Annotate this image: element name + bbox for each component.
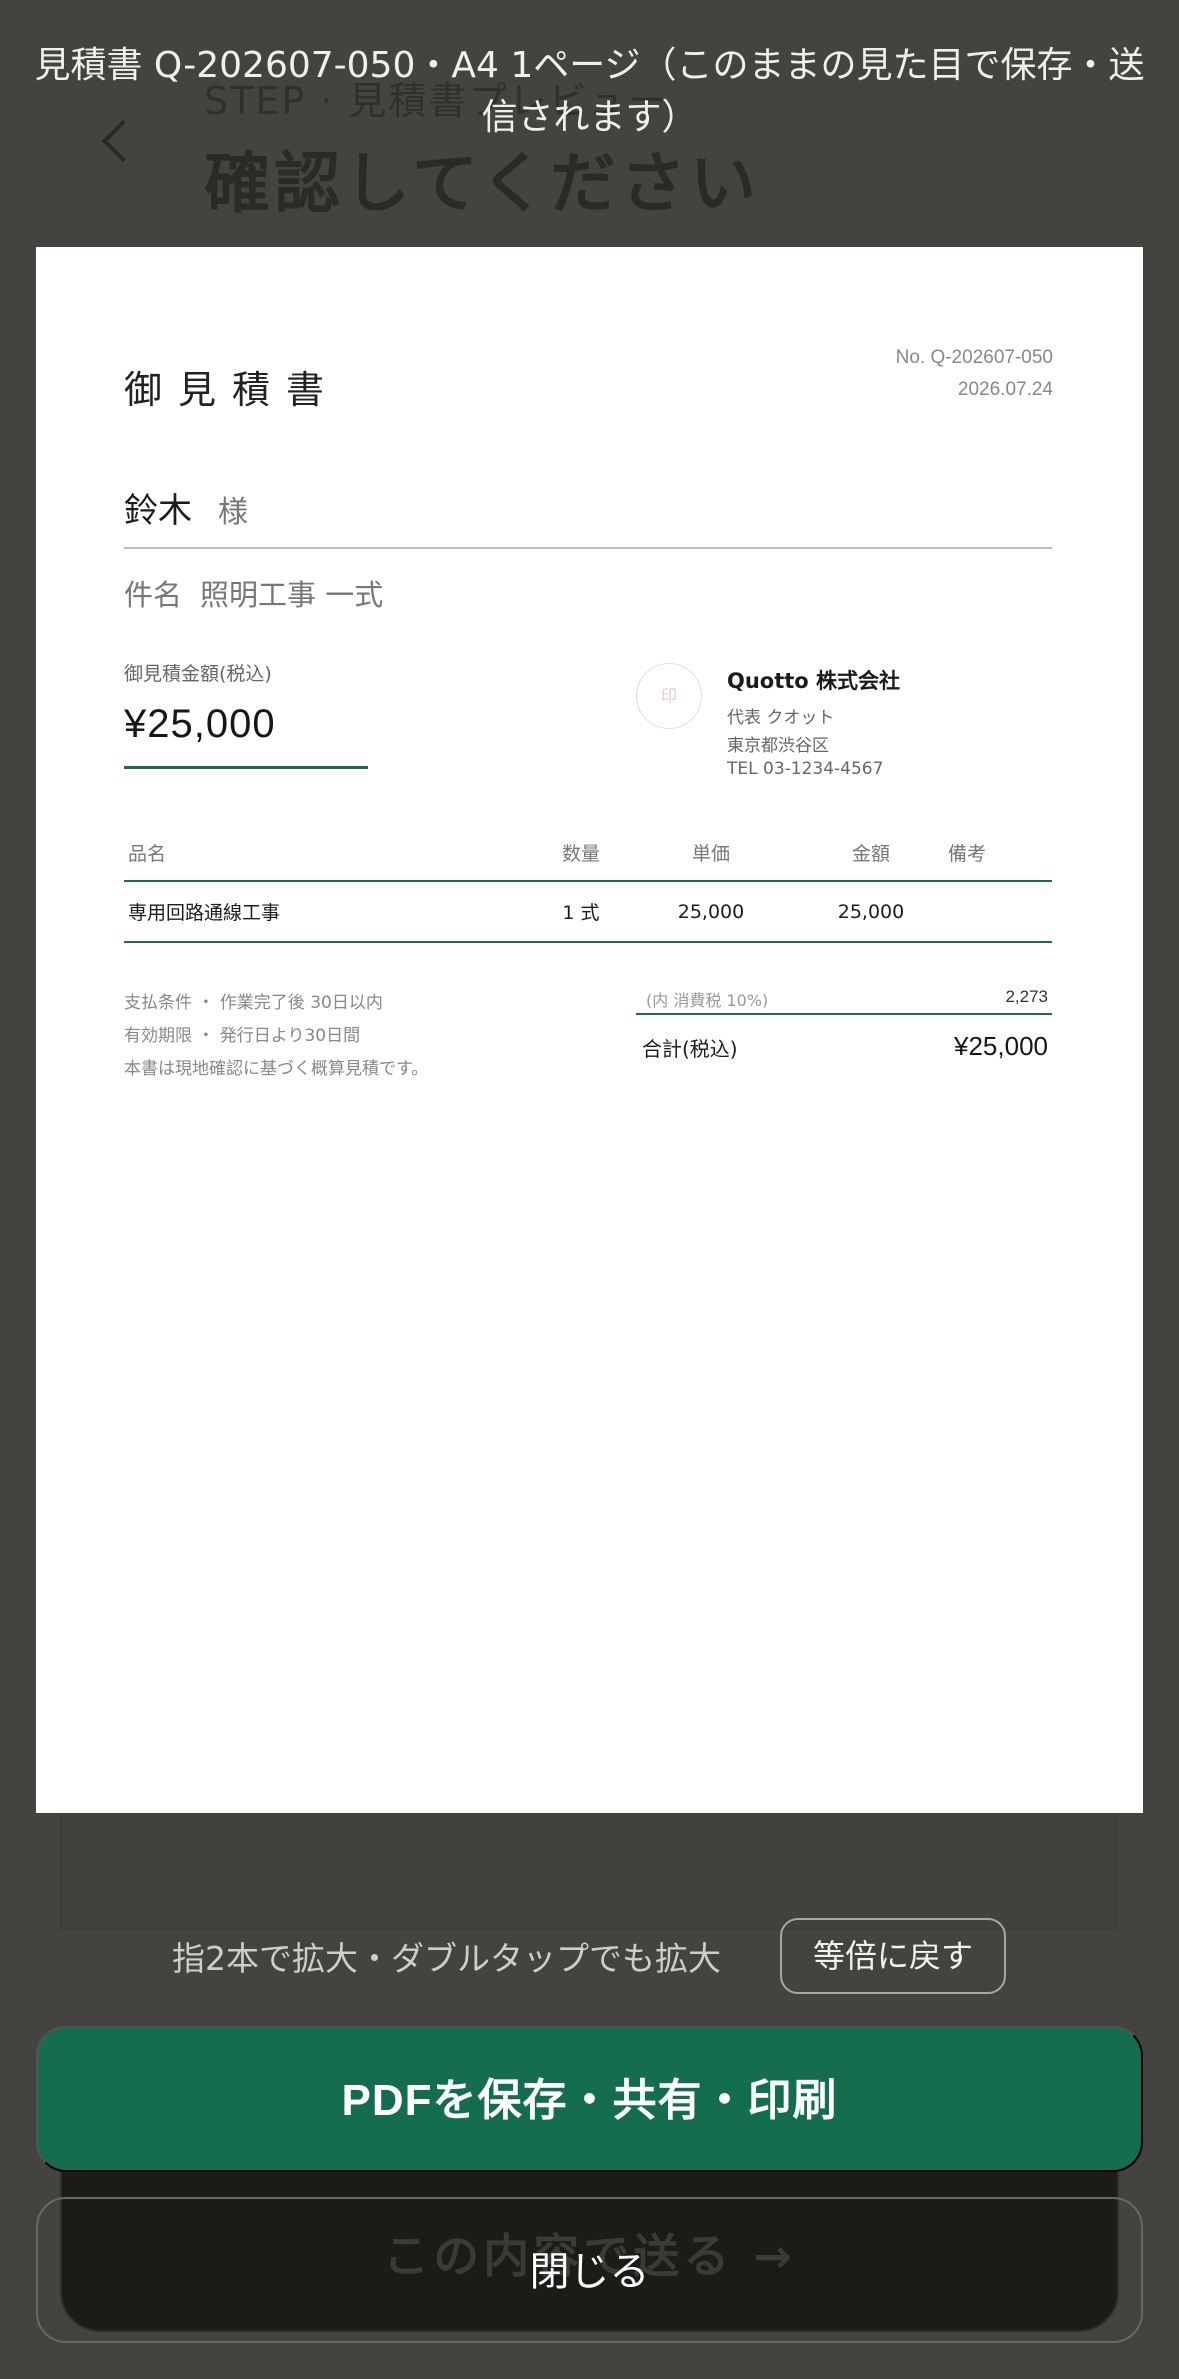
company-address: 東京都渋谷区 <box>727 736 829 756</box>
header-unit-price: 単価 <box>624 825 794 882</box>
cell-item-name: 専用回路通線工事 <box>124 881 534 943</box>
items-table: 品名 数量 単価 金額 備考 専用回路通線工事 1 式 25,000 25,00… <box>124 825 1052 943</box>
term-payment: 支払条件 ・ 作業完了後 30日以内 <box>124 993 383 1013</box>
table-header-row: 品名 数量 単価 金額 備考 <box>124 825 1052 882</box>
quote-document-preview[interactable]: 御見積書 No. Q-202607-050 2026.07.24 鈴木様 件名照… <box>36 247 1143 1813</box>
cell-note <box>944 881 1052 943</box>
reset-zoom-button[interactable]: 等倍に戻す <box>780 1918 1006 1994</box>
document-number: No. Q-202607-050 <box>895 347 1053 368</box>
terms-block: 支払条件 ・ 作業完了後 30日以内 有効期限 ・ 発行日より30日間 本書は現… <box>124 987 428 1086</box>
term-note: 本書は現地確認に基づく概算見積です。 <box>124 1059 429 1079</box>
amount-value: ¥25,000 <box>124 702 276 746</box>
divider <box>124 547 1052 549</box>
total-value: ¥25,000 <box>954 1031 1048 1061</box>
preview-caption: 見積書 Q-202607-050・A4 1ページ（このままの見た目で保存・送信さ… <box>34 45 1145 138</box>
company-tel: TEL 03-1234-4567 <box>727 759 884 779</box>
cell-amount: 25,000 <box>794 881 944 943</box>
header-item-name: 品名 <box>124 825 534 882</box>
cell-quantity: 1 式 <box>534 881 624 943</box>
cell-unit-price: 25,000 <box>624 881 794 943</box>
header-quantity: 数量 <box>534 825 624 882</box>
subject-label: 件名 <box>124 578 183 612</box>
subject-line: 件名 照明工事 一式 <box>124 572 383 614</box>
total-row: 合計(税込) ¥25,000 <box>636 1027 1052 1067</box>
amount-underline <box>124 766 368 769</box>
header-amount: 金額 <box>794 825 944 882</box>
save-share-print-pdf-button[interactable]: PDFを保存・共有・印刷 <box>36 2026 1143 2172</box>
close-button[interactable]: 閉じる <box>36 2197 1143 2343</box>
company-name: Quotto 株式会社 <box>727 669 901 693</box>
tax-value: 2,273 <box>1005 987 1048 1006</box>
zoom-hint: 指2本で拡大・ダブルタップでも拡大 <box>172 1939 721 1978</box>
amount-label: 御見積金額(税込) <box>124 663 272 685</box>
seal-stamp: 印 <box>636 663 702 729</box>
customer-name: 鈴木 <box>124 491 192 531</box>
underlying-title: 確認してください <box>204 144 761 222</box>
term-validity: 有効期限 ・ 発行日より30日間 <box>124 1026 361 1046</box>
tax-row: (内 消費税 10%) 2,273 <box>636 985 1052 1015</box>
header-note: 備考 <box>944 825 1052 882</box>
document-date: 2026.07.24 <box>957 379 1053 400</box>
tax-label: (内 消費税 10%) <box>646 991 769 1010</box>
document-title: 御見積書 <box>124 368 341 412</box>
total-label: 合計(税込) <box>642 1037 738 1061</box>
table-row: 専用回路通線工事 1 式 25,000 25,000 <box>124 881 1052 943</box>
company-rep: 代表 クオット <box>727 708 835 728</box>
subject-value: 照明工事 一式 <box>200 578 384 612</box>
customer-line: 鈴木様 <box>124 483 248 532</box>
customer-honorific: 様 <box>218 495 248 530</box>
